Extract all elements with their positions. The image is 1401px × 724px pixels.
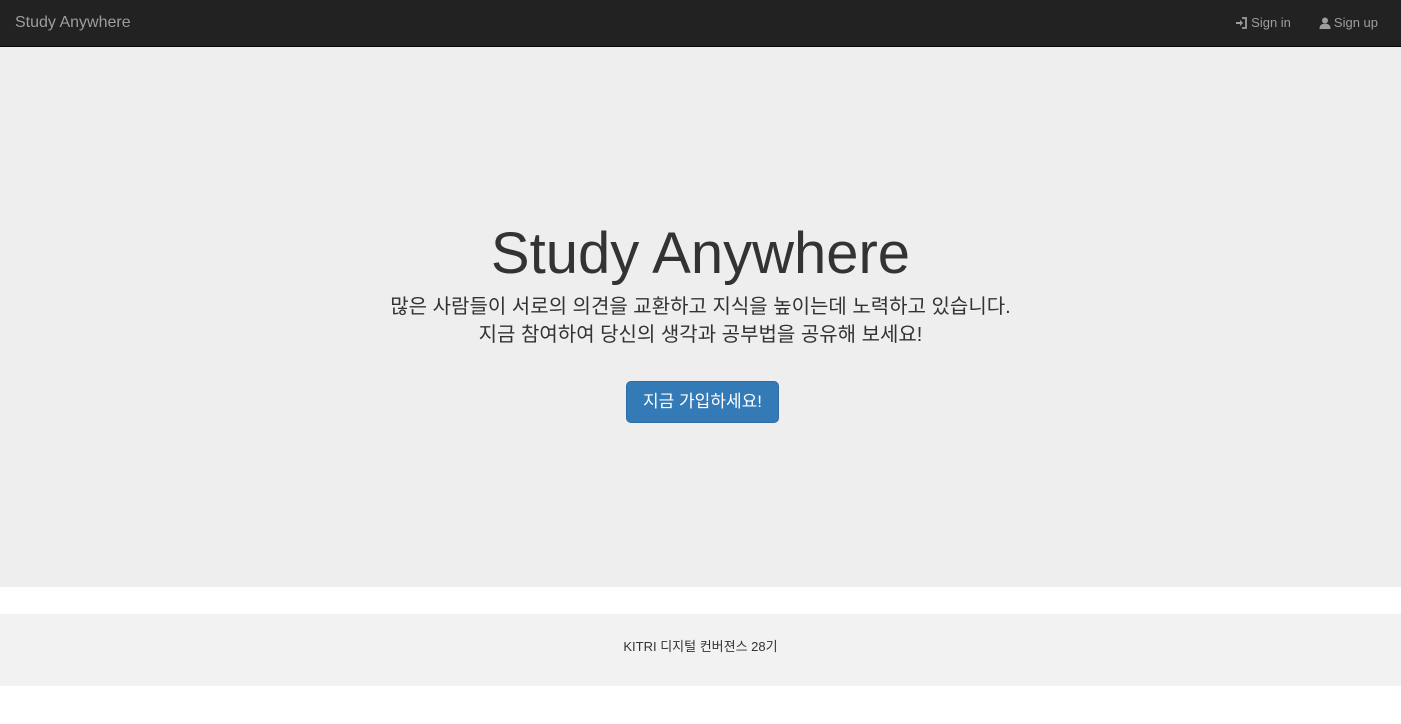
footer-text: KITRI 디지털 컨버젼스 28기 <box>623 639 778 654</box>
sign-up-label: Sign up <box>1333 15 1378 30</box>
hero-jumbotron: Study Anywhere 많은 사람들이 서로의 의견을 교환하고 지식을 … <box>0 47 1401 587</box>
sign-in-link[interactable]: Sign in <box>1235 14 1291 32</box>
hero-lead-line-2: 지금 참여하여 당신의 생각과 공부법을 공유해 보세요! <box>478 324 923 346</box>
page-footer: KITRI 디지털 컨버젼스 28기 <box>0 614 1401 686</box>
signup-now-button[interactable]: 지금 가입하세요! <box>626 381 779 423</box>
hero-title: Study Anywhere <box>490 221 911 286</box>
hero-lead-line-1: 많은 사람들이 서로의 의견을 교환하고 지식을 높이는데 노력하고 있습니다. <box>390 296 1011 318</box>
brand-link[interactable]: Study Anywhere <box>15 13 131 33</box>
hero-lead: 많은 사람들이 서로의 의견을 교환하고 지식을 높이는데 노력하고 있습니다.… <box>0 293 1401 349</box>
nav-right-links: Sign in Sign up <box>1235 14 1378 32</box>
top-navbar: Study Anywhere Sign in Sign up <box>0 0 1401 47</box>
sign-up-link[interactable]: Sign up <box>1319 14 1378 32</box>
log-in-icon <box>1235 17 1248 29</box>
user-icon <box>1319 17 1331 29</box>
sign-in-label: Sign in <box>1251 15 1291 30</box>
